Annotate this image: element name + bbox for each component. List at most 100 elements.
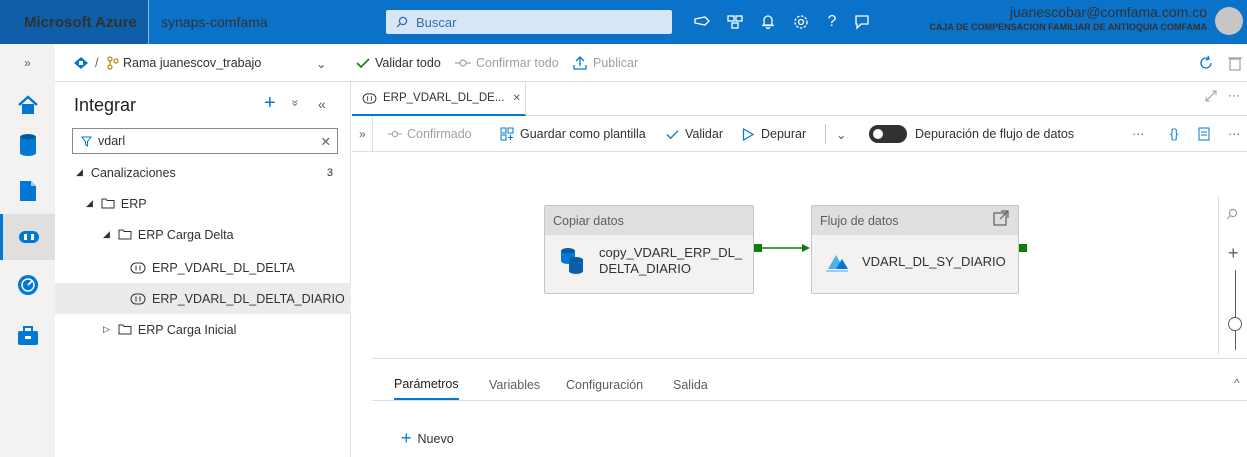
manage-hub-icon[interactable] <box>0 313 55 359</box>
new-parameter-button[interactable]: + Nuevo <box>401 428 454 449</box>
validate-all-label: Validar todo <box>375 56 441 70</box>
folder-icon <box>101 198 115 209</box>
data-hub-icon[interactable] <box>0 122 55 168</box>
code-view-button[interactable]: {} <box>1170 116 1178 152</box>
dataflow-debug-label: Depuración de flujo de datos <box>915 127 1075 141</box>
expand-activities-button[interactable]: » <box>359 116 366 152</box>
tab-variables[interactable]: Variables <box>489 370 540 400</box>
expand-rail-button[interactable]: » <box>0 44 55 82</box>
integrate-hub-icon[interactable] <box>0 214 55 260</box>
validate-all-button[interactable]: Validar todo <box>356 44 441 82</box>
chevron-down-icon[interactable]: ⌄ <box>316 44 326 82</box>
collapse-all-button[interactable]: » <box>288 100 302 107</box>
git-repo-icon[interactable] <box>73 44 89 82</box>
dataflow-activity[interactable]: Flujo de datos VDARL_DL_SY_DIARIO <box>811 205 1019 294</box>
user-info[interactable]: juanescobar@comfama.com.co CAJA DE COMPE… <box>929 5 1207 35</box>
new-label: Nuevo <box>417 431 454 446</box>
commit-icon <box>455 59 471 67</box>
debug-label: Depurar <box>761 127 807 141</box>
folder-icon <box>118 229 132 240</box>
tab-settings[interactable]: Configuración <box>566 370 643 400</box>
expanded-triangle-icon: ◢ <box>86 198 93 208</box>
tree-label: ERP_VDARL_DL_DELTA <box>152 260 295 275</box>
tree-node-erp-carga-inicial[interactable]: ▷ ERP Carga Inicial <box>55 314 351 345</box>
discard-icon[interactable] <box>1228 44 1242 82</box>
develop-hub-icon[interactable] <box>0 168 55 214</box>
monitor-hub-icon[interactable] <box>0 262 55 308</box>
confirmed-button[interactable]: Confirmado <box>388 116 472 152</box>
zoom-slider-thumb[interactable] <box>1228 317 1242 331</box>
save-template-button[interactable]: Guardar como plantilla <box>500 116 646 152</box>
copy-data-activity[interactable]: Copiar datos copy_VDARL_ERP_DL_ DELTA_DI… <box>544 205 754 294</box>
open-dataflow-icon[interactable] <box>993 210 1009 229</box>
folder-icon <box>118 324 132 335</box>
success-connector-arrow[interactable] <box>762 242 812 254</box>
divider <box>825 124 826 144</box>
brand-logo[interactable]: Microsoft Azure <box>0 0 148 44</box>
feedback-icon[interactable] <box>690 10 714 34</box>
dataflow-debug-toggle[interactable]: Depuración de flujo de datos <box>869 116 1074 152</box>
filter-value: vdarl <box>98 134 126 148</box>
activity-type-label: Copiar datos <box>545 206 753 235</box>
tree-node-pipelines[interactable]: ◢ Canalizaciones 3 <box>55 157 351 188</box>
avatar[interactable] <box>1215 7 1243 35</box>
commit-icon <box>388 130 402 138</box>
zoom-in-button[interactable]: + <box>1228 243 1239 264</box>
hide-pane-button[interactable]: « <box>318 96 326 112</box>
template-icon <box>500 127 514 141</box>
workspace-name[interactable]: synaps-comfama <box>148 0 268 44</box>
more-options-button[interactable]: ··· <box>1228 116 1241 152</box>
tab-parameters[interactable]: Parámetros <box>394 370 459 400</box>
publish-label: Publicar <box>593 56 639 70</box>
directory-icon[interactable] <box>723 10 747 34</box>
feedback-smile-icon[interactable] <box>850 10 874 34</box>
dataflow-icon <box>826 255 848 272</box>
collapse-pane-button[interactable]: ^ <box>1234 376 1240 390</box>
zoom-slider-track[interactable] <box>1235 270 1236 350</box>
tree-node-erp-carga-delta[interactable]: ◢ ERP Carga Delta <box>55 219 351 250</box>
branch-selector[interactable]: Rama juanescov_trabajo <box>123 44 261 82</box>
properties-icon[interactable] <box>1198 116 1212 152</box>
debug-button[interactable]: Depurar <box>742 116 806 152</box>
add-resource-button[interactable]: + <box>264 92 276 115</box>
validate-button[interactable]: Validar <box>666 116 723 152</box>
pipeline-canvas[interactable] <box>372 152 1218 358</box>
filter-input[interactable]: vdarl ✕ <box>72 128 338 154</box>
tree-label: Canalizaciones <box>90 165 176 180</box>
search-icon <box>396 16 408 28</box>
tree-item-pipeline[interactable]: ERP_VDARL_DL_DELTA <box>55 252 351 283</box>
tab-output[interactable]: Salida <box>673 370 708 400</box>
debug-dropdown-button[interactable]: ⌄ <box>836 116 846 152</box>
settings-icon[interactable] <box>789 10 813 34</box>
commit-all-button[interactable]: Confirmar todo <box>455 44 559 82</box>
breadcrumb-separator: / <box>95 56 99 70</box>
filter-icon <box>81 136 92 147</box>
tree-label: ERP Carga Inicial <box>137 322 237 337</box>
expand-icon[interactable] <box>1205 90 1217 105</box>
activity-name: VDARL_DL_SY_DIARIO <box>862 253 1006 269</box>
success-output-port[interactable] <box>1019 244 1027 252</box>
refresh-icon[interactable] <box>1198 44 1214 82</box>
tree-label: ERP Carga Delta <box>137 227 234 242</box>
tree-label: ERP <box>120 196 147 211</box>
success-output-port[interactable] <box>754 244 762 252</box>
publish-icon <box>573 56 587 70</box>
tree-node-erp[interactable]: ◢ ERP <box>55 188 351 219</box>
notifications-icon[interactable] <box>756 10 780 34</box>
more-button[interactable]: ··· <box>1132 116 1145 152</box>
help-icon[interactable]: ? <box>820 10 844 34</box>
user-organization: CAJA DE COMPENSACION FAMILIAR DE ANTIOQU… <box>929 22 1207 32</box>
commit-all-label: Confirmar todo <box>476 56 559 70</box>
save-template-label: Guardar como plantilla <box>520 127 646 141</box>
more-tabs-button[interactable]: ··· <box>1228 88 1240 102</box>
publish-button[interactable]: Publicar <box>573 44 638 82</box>
tab-pipeline[interactable]: ERP_VDARL_DL_DE... ✕ <box>352 82 526 116</box>
checkmark-icon <box>666 129 679 139</box>
search-input[interactable]: Buscar <box>386 10 672 34</box>
search-canvas-icon[interactable] <box>1226 208 1238 223</box>
tree-item-pipeline-selected[interactable]: ERP_VDARL_DL_DELTA_DIARIO <box>55 283 351 314</box>
search-placeholder: Buscar <box>416 14 457 30</box>
expanded-triangle-icon: ◢ <box>103 229 110 239</box>
clear-filter-button[interactable]: ✕ <box>321 134 331 149</box>
close-tab-button[interactable]: ✕ <box>512 93 520 104</box>
